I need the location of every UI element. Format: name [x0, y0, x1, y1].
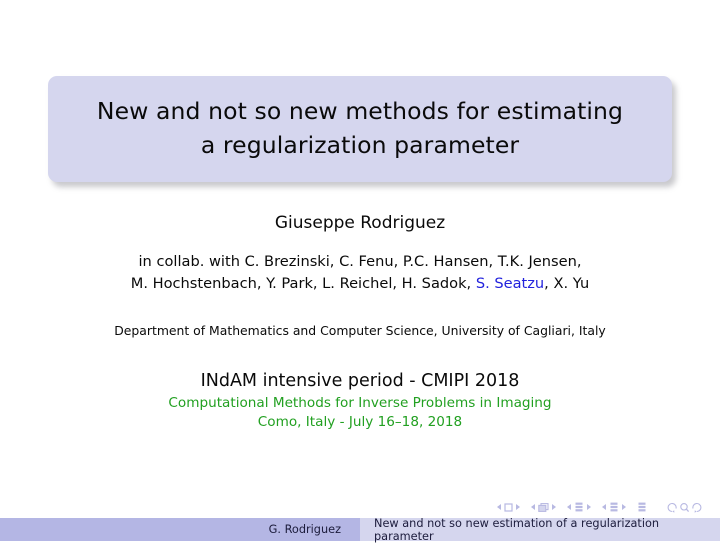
slide-navigation-group[interactable]	[497, 502, 520, 512]
next-frame-icon[interactable]	[552, 504, 556, 510]
footer-author-section: G. Rodriguez	[0, 518, 360, 541]
slide-navigation-icon[interactable]	[504, 502, 513, 512]
document-navigation-group[interactable]	[637, 502, 647, 512]
frame-navigation-group[interactable]	[531, 502, 556, 512]
beamer-navigation-symbols	[497, 499, 702, 515]
event-area: INdAM intensive period - CMIPI 2018 Comp…	[0, 370, 720, 432]
frame-navigation-icon[interactable]	[538, 502, 549, 512]
previous-subsection-icon[interactable]	[567, 504, 571, 510]
title-line-2: a regularization parameter	[200, 131, 520, 160]
section-navigation-icon[interactable]	[609, 502, 619, 512]
collaborators-area: in collab. with C. Brezinski, C. Fenu, P…	[0, 251, 720, 295]
history-navigation-group[interactable]	[667, 502, 702, 513]
event-location-date: Como, Italy - July 16–18, 2018	[257, 413, 463, 430]
footer-author-label: G. Rodriguez	[268, 523, 341, 536]
event-subtitle: Computational Methods for Inverse Proble…	[168, 394, 552, 411]
collaborators-line-2: M. Hochstenbach, Y. Park, L. Reichel, H.…	[0, 273, 720, 295]
title-line-1: New and not so new methods for estimatin…	[96, 97, 624, 125]
event-title: INdAM intensive period - CMIPI 2018	[200, 371, 520, 391]
collaborators-line-1: in collab. with C. Brezinski, C. Fenu, P…	[138, 253, 582, 271]
presentation-slide: New and not so new methods for estimatin…	[0, 0, 720, 543]
collaborators-line-2-prefix: M. Hochstenbach, Y. Park, L. Reichel, H.…	[130, 274, 476, 292]
collaborators-line-2-suffix: , X. Yu	[544, 274, 590, 292]
previous-frame-icon[interactable]	[531, 504, 535, 510]
forward-navigation-icon[interactable]	[691, 502, 702, 513]
author-area: Giuseppe Rodriguez in collab. with C. Br…	[0, 212, 720, 295]
title-block-wrapper: New and not so new methods for estimatin…	[48, 76, 672, 183]
institute-area: Department of Mathematics and Computer S…	[0, 322, 720, 339]
back-navigation-icon[interactable]	[667, 502, 678, 513]
subsection-navigation-group[interactable]	[567, 502, 591, 512]
next-slide-icon[interactable]	[516, 504, 520, 510]
next-section-icon[interactable]	[622, 504, 626, 510]
footer-title-section: New and not so new estimation of a regul…	[360, 516, 720, 543]
collaborator-link-seatzu[interactable]: S. Seatzu	[476, 275, 544, 292]
title-block: New and not so new methods for estimatin…	[48, 76, 672, 183]
section-navigation-group[interactable]	[602, 502, 626, 512]
author-name: Giuseppe Rodriguez	[274, 213, 446, 233]
footer-bar: G. Rodriguez New and not so new estimati…	[0, 516, 720, 543]
document-navigation-icon[interactable]	[637, 502, 647, 512]
subsection-navigation-icon[interactable]	[574, 502, 584, 512]
previous-section-icon[interactable]	[602, 504, 606, 510]
previous-slide-icon[interactable]	[497, 504, 501, 510]
next-subsection-icon[interactable]	[587, 504, 591, 510]
institute-line: Department of Mathematics and Computer S…	[114, 323, 606, 338]
search-navigation-icon[interactable]	[679, 502, 690, 513]
footer-title-label: New and not so new estimation of a regul…	[374, 516, 660, 543]
